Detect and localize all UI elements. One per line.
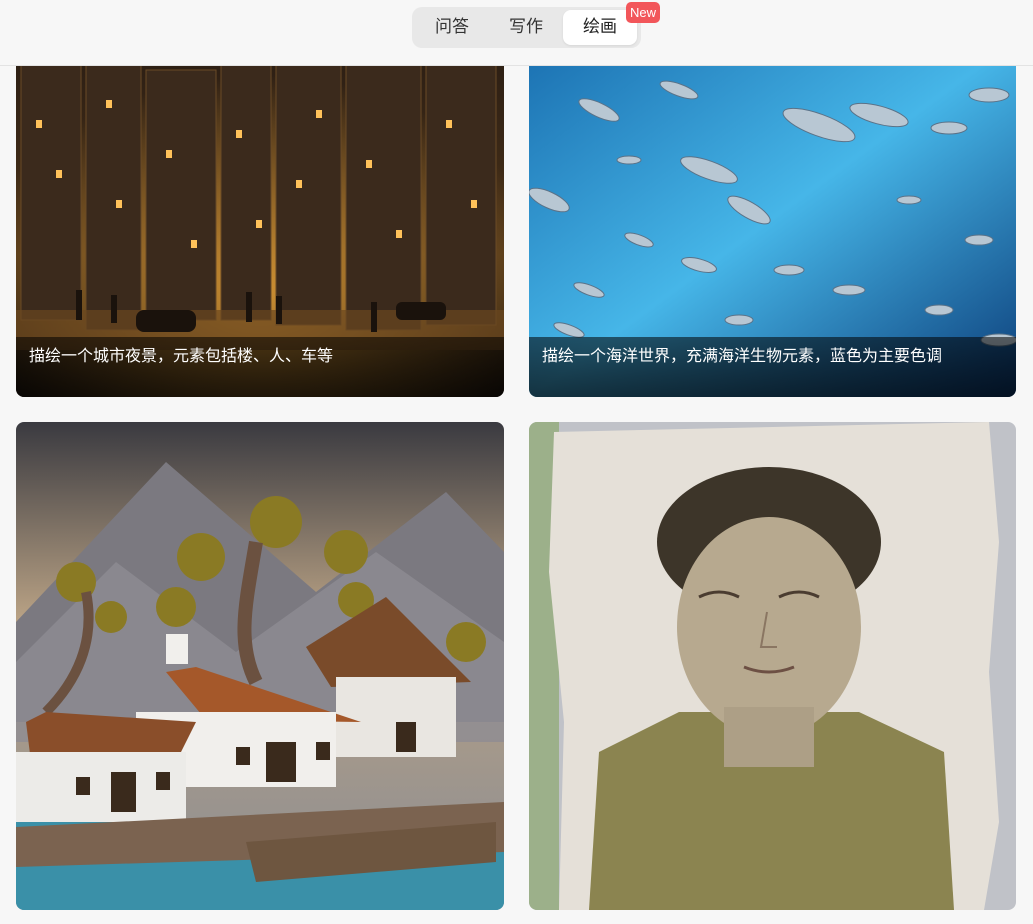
village-image [16,422,504,910]
card-caption: 描绘一个海洋世界，充满海洋生物元素，蓝色为主要色调 [529,337,1016,397]
gallery-card-ocean[interactable]: 描绘一个海洋世界，充满海洋生物元素，蓝色为主要色调 [529,40,1016,397]
card-caption: 描绘一个城市夜景，元素包括楼、人、车等 [16,337,504,397]
top-bar: 问答 写作 绘画 New [0,0,1033,66]
mode-tabs: 问答 写作 绘画 [412,7,641,48]
portrait-image [529,422,1016,910]
gallery-card-portrait[interactable] [529,422,1016,910]
tab-writing[interactable]: 写作 [489,10,563,45]
gallery-card-village[interactable] [16,422,504,910]
new-badge: New [626,2,661,23]
gallery-card-city-night[interactable]: 描绘一个城市夜景，元素包括楼、人、车等 [16,40,504,397]
tab-qa[interactable]: 问答 [415,10,489,45]
